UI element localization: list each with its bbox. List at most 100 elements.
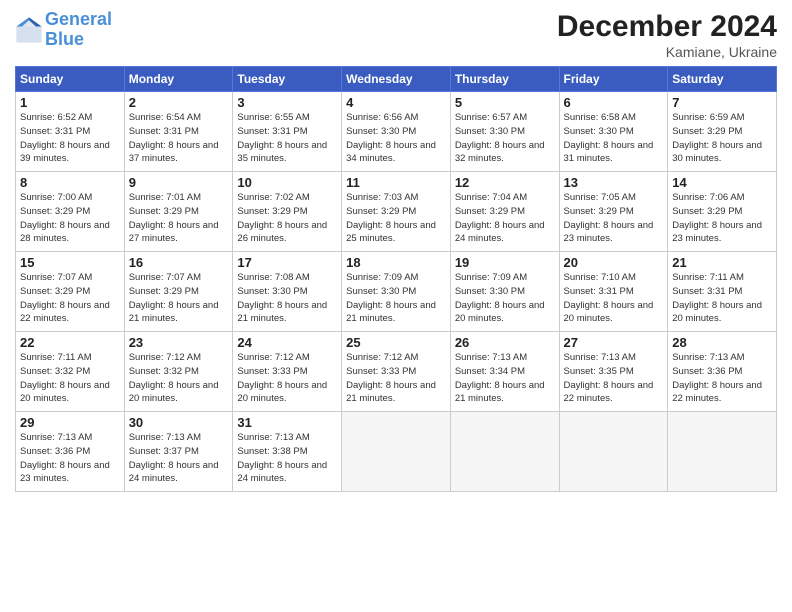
day-cell: 17 Sunrise: 7:08 AM Sunset: 3:30 PM Dayl… xyxy=(233,252,342,332)
sun-info: Sunrise: 7:05 AM Sunset: 3:29 PM Dayligh… xyxy=(564,191,664,246)
sun-info: Sunrise: 6:55 AM Sunset: 3:31 PM Dayligh… xyxy=(237,111,337,166)
day-number: 7 xyxy=(672,95,772,110)
sun-info: Sunrise: 7:13 AM Sunset: 3:36 PM Dayligh… xyxy=(672,351,772,406)
day-number: 16 xyxy=(129,255,229,270)
day-number: 15 xyxy=(20,255,120,270)
day-number: 3 xyxy=(237,95,337,110)
day-cell: 9 Sunrise: 7:01 AM Sunset: 3:29 PM Dayli… xyxy=(124,172,233,252)
day-number: 9 xyxy=(129,175,229,190)
sun-info: Sunrise: 7:07 AM Sunset: 3:29 PM Dayligh… xyxy=(129,271,229,326)
day-number: 5 xyxy=(455,95,555,110)
day-number: 11 xyxy=(346,175,446,190)
day-cell: 19 Sunrise: 7:09 AM Sunset: 3:30 PM Dayl… xyxy=(450,252,559,332)
sun-info: Sunrise: 7:07 AM Sunset: 3:29 PM Dayligh… xyxy=(20,271,120,326)
sun-info: Sunrise: 7:11 AM Sunset: 3:31 PM Dayligh… xyxy=(672,271,772,326)
location-title: Kamiane, Ukraine xyxy=(557,44,777,60)
page: General Blue December 2024 Kamiane, Ukra… xyxy=(0,0,792,612)
day-cell: 18 Sunrise: 7:09 AM Sunset: 3:30 PM Dayl… xyxy=(342,252,451,332)
empty-cell xyxy=(342,412,451,492)
day-cell: 11 Sunrise: 7:03 AM Sunset: 3:29 PM Dayl… xyxy=(342,172,451,252)
day-number: 24 xyxy=(237,335,337,350)
sun-info: Sunrise: 6:59 AM Sunset: 3:29 PM Dayligh… xyxy=(672,111,772,166)
day-cell: 29 Sunrise: 7:13 AM Sunset: 3:36 PM Dayl… xyxy=(16,412,125,492)
day-cell: 4 Sunrise: 6:56 AM Sunset: 3:30 PM Dayli… xyxy=(342,92,451,172)
day-number: 17 xyxy=(237,255,337,270)
logo: General Blue xyxy=(15,10,112,50)
day-number: 30 xyxy=(129,415,229,430)
sun-info: Sunrise: 7:01 AM Sunset: 3:29 PM Dayligh… xyxy=(129,191,229,246)
day-number: 14 xyxy=(672,175,772,190)
col-thursday: Thursday xyxy=(450,67,559,92)
day-number: 1 xyxy=(20,95,120,110)
day-number: 29 xyxy=(20,415,120,430)
day-number: 28 xyxy=(672,335,772,350)
sun-info: Sunrise: 7:02 AM Sunset: 3:29 PM Dayligh… xyxy=(237,191,337,246)
day-cell: 24 Sunrise: 7:12 AM Sunset: 3:33 PM Dayl… xyxy=(233,332,342,412)
day-cell: 3 Sunrise: 6:55 AM Sunset: 3:31 PM Dayli… xyxy=(233,92,342,172)
col-friday: Friday xyxy=(559,67,668,92)
day-number: 20 xyxy=(564,255,664,270)
week-row: 29 Sunrise: 7:13 AM Sunset: 3:36 PM Dayl… xyxy=(16,412,777,492)
day-cell: 25 Sunrise: 7:12 AM Sunset: 3:33 PM Dayl… xyxy=(342,332,451,412)
week-row: 8 Sunrise: 7:00 AM Sunset: 3:29 PM Dayli… xyxy=(16,172,777,252)
col-tuesday: Tuesday xyxy=(233,67,342,92)
sun-info: Sunrise: 7:13 AM Sunset: 3:38 PM Dayligh… xyxy=(237,431,337,486)
sun-info: Sunrise: 7:09 AM Sunset: 3:30 PM Dayligh… xyxy=(455,271,555,326)
day-cell: 7 Sunrise: 6:59 AM Sunset: 3:29 PM Dayli… xyxy=(668,92,777,172)
sun-info: Sunrise: 7:08 AM Sunset: 3:30 PM Dayligh… xyxy=(237,271,337,326)
logo-text: General Blue xyxy=(45,10,112,50)
day-number: 10 xyxy=(237,175,337,190)
day-number: 2 xyxy=(129,95,229,110)
header: General Blue December 2024 Kamiane, Ukra… xyxy=(15,10,777,60)
day-cell: 22 Sunrise: 7:11 AM Sunset: 3:32 PM Dayl… xyxy=(16,332,125,412)
day-number: 6 xyxy=(564,95,664,110)
day-number: 22 xyxy=(20,335,120,350)
day-number: 23 xyxy=(129,335,229,350)
day-cell: 20 Sunrise: 7:10 AM Sunset: 3:31 PM Dayl… xyxy=(559,252,668,332)
sun-info: Sunrise: 6:52 AM Sunset: 3:31 PM Dayligh… xyxy=(20,111,120,166)
day-number: 12 xyxy=(455,175,555,190)
day-cell: 15 Sunrise: 7:07 AM Sunset: 3:29 PM Dayl… xyxy=(16,252,125,332)
sun-info: Sunrise: 7:06 AM Sunset: 3:29 PM Dayligh… xyxy=(672,191,772,246)
day-cell: 6 Sunrise: 6:58 AM Sunset: 3:30 PM Dayli… xyxy=(559,92,668,172)
day-cell: 2 Sunrise: 6:54 AM Sunset: 3:31 PM Dayli… xyxy=(124,92,233,172)
day-cell: 28 Sunrise: 7:13 AM Sunset: 3:36 PM Dayl… xyxy=(668,332,777,412)
day-cell: 12 Sunrise: 7:04 AM Sunset: 3:29 PM Dayl… xyxy=(450,172,559,252)
sun-info: Sunrise: 6:54 AM Sunset: 3:31 PM Dayligh… xyxy=(129,111,229,166)
day-number: 26 xyxy=(455,335,555,350)
day-cell: 14 Sunrise: 7:06 AM Sunset: 3:29 PM Dayl… xyxy=(668,172,777,252)
month-title: December 2024 xyxy=(557,10,777,44)
sun-info: Sunrise: 7:03 AM Sunset: 3:29 PM Dayligh… xyxy=(346,191,446,246)
day-cell: 30 Sunrise: 7:13 AM Sunset: 3:37 PM Dayl… xyxy=(124,412,233,492)
empty-cell xyxy=(559,412,668,492)
day-cell: 1 Sunrise: 6:52 AM Sunset: 3:31 PM Dayli… xyxy=(16,92,125,172)
sun-info: Sunrise: 7:12 AM Sunset: 3:32 PM Dayligh… xyxy=(129,351,229,406)
logo-icon xyxy=(15,16,43,44)
sun-info: Sunrise: 7:04 AM Sunset: 3:29 PM Dayligh… xyxy=(455,191,555,246)
day-cell: 16 Sunrise: 7:07 AM Sunset: 3:29 PM Dayl… xyxy=(124,252,233,332)
sun-info: Sunrise: 7:12 AM Sunset: 3:33 PM Dayligh… xyxy=(346,351,446,406)
empty-cell xyxy=(450,412,559,492)
col-sunday: Sunday xyxy=(16,67,125,92)
sun-info: Sunrise: 7:12 AM Sunset: 3:33 PM Dayligh… xyxy=(237,351,337,406)
day-number: 13 xyxy=(564,175,664,190)
sun-info: Sunrise: 7:13 AM Sunset: 3:35 PM Dayligh… xyxy=(564,351,664,406)
sun-info: Sunrise: 7:13 AM Sunset: 3:37 PM Dayligh… xyxy=(129,431,229,486)
day-number: 31 xyxy=(237,415,337,430)
header-row: Sunday Monday Tuesday Wednesday Thursday… xyxy=(16,67,777,92)
sun-info: Sunrise: 6:56 AM Sunset: 3:30 PM Dayligh… xyxy=(346,111,446,166)
day-cell: 26 Sunrise: 7:13 AM Sunset: 3:34 PM Dayl… xyxy=(450,332,559,412)
sun-info: Sunrise: 7:10 AM Sunset: 3:31 PM Dayligh… xyxy=(564,271,664,326)
sun-info: Sunrise: 7:11 AM Sunset: 3:32 PM Dayligh… xyxy=(20,351,120,406)
sun-info: Sunrise: 7:13 AM Sunset: 3:36 PM Dayligh… xyxy=(20,431,120,486)
empty-cell xyxy=(668,412,777,492)
day-cell: 27 Sunrise: 7:13 AM Sunset: 3:35 PM Dayl… xyxy=(559,332,668,412)
day-cell: 5 Sunrise: 6:57 AM Sunset: 3:30 PM Dayli… xyxy=(450,92,559,172)
day-number: 21 xyxy=(672,255,772,270)
week-row: 15 Sunrise: 7:07 AM Sunset: 3:29 PM Dayl… xyxy=(16,252,777,332)
day-cell: 21 Sunrise: 7:11 AM Sunset: 3:31 PM Dayl… xyxy=(668,252,777,332)
title-block: December 2024 Kamiane, Ukraine xyxy=(557,10,777,60)
sun-info: Sunrise: 7:09 AM Sunset: 3:30 PM Dayligh… xyxy=(346,271,446,326)
day-number: 18 xyxy=(346,255,446,270)
day-number: 25 xyxy=(346,335,446,350)
